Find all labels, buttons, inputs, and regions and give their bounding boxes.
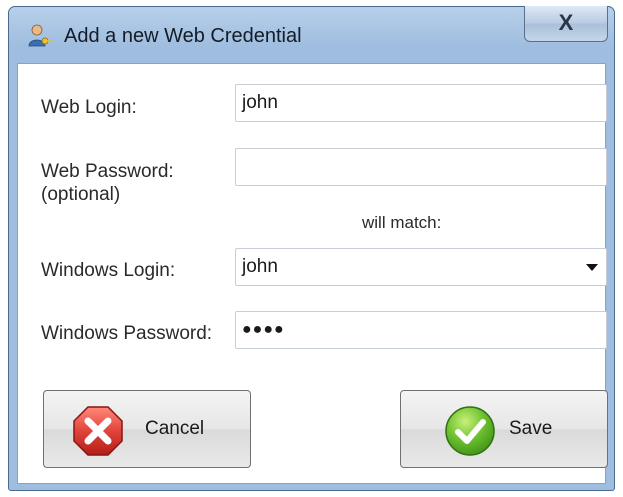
windows-login-label: Windows Login: [41, 260, 176, 281]
dialog-body: Web Login: john Web Password: (optional)… [17, 63, 608, 484]
dialog-window: Add a new Web Credential X Web Login: jo… [8, 6, 615, 491]
green-check-icon [445, 406, 495, 456]
windows-password-input[interactable]: ●●●● [235, 311, 607, 349]
title-bar[interactable]: Add a new Web Credential X [9, 6, 614, 55]
will-match-label: will match: [362, 213, 442, 232]
web-login-input[interactable]: john [235, 84, 607, 122]
save-label: Save [509, 418, 553, 439]
red-x-icon [73, 406, 123, 456]
cancel-label: Cancel [145, 418, 205, 439]
close-button[interactable]: X [524, 6, 608, 42]
web-password-label: Web Password: [41, 161, 174, 182]
user-key-icon [28, 24, 51, 47]
close-icon: X [558, 10, 574, 35]
cancel-button[interactable]: Cancel [43, 390, 251, 468]
window-title: Add a new Web Credential [64, 25, 302, 47]
windows-login-dropdown[interactable]: john [235, 248, 607, 286]
chevron-down-icon[interactable] [586, 264, 598, 271]
web-password-input[interactable] [235, 148, 607, 186]
web-login-label: Web Login: [41, 97, 137, 118]
windows-password-label: Windows Password: [41, 323, 213, 344]
save-button[interactable]: Save [400, 390, 608, 468]
windows-login-value: john [242, 256, 278, 277]
web-password-optional-hint: (optional) [41, 184, 121, 205]
